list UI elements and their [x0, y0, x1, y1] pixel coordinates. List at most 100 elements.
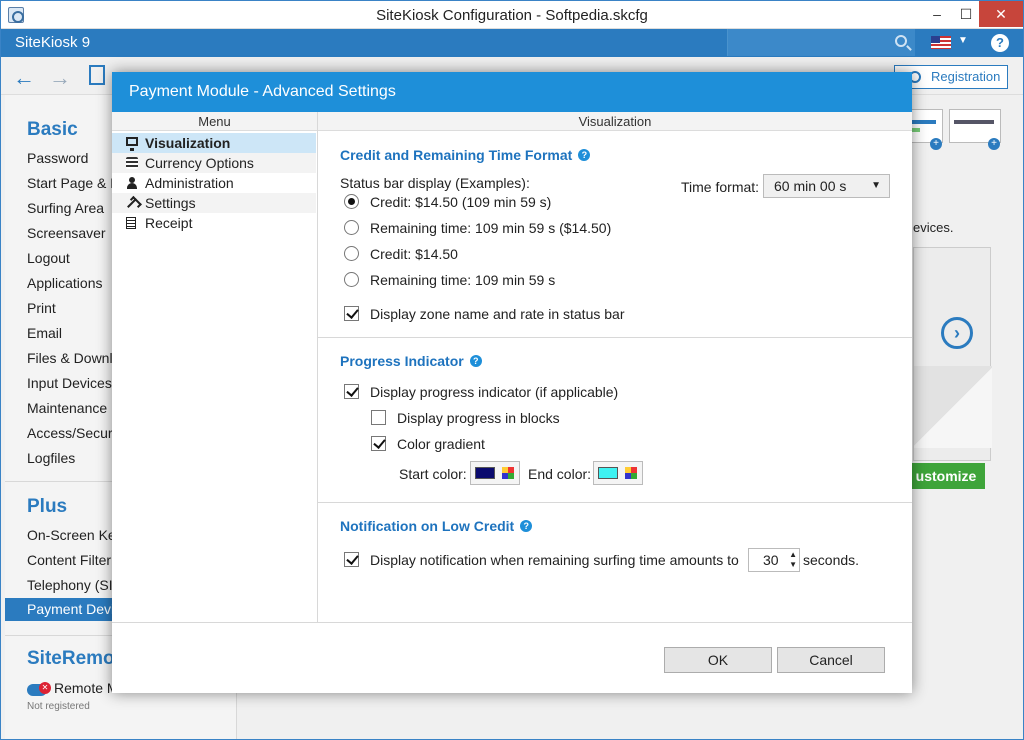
- nav-item-print[interactable]: Print: [27, 300, 56, 316]
- content-pane: Visualization Credit and Remaining Time …: [318, 112, 912, 622]
- section-title-text: Progress Indicator: [340, 353, 464, 369]
- nav-item-on-screen-keyboard[interactable]: On-Screen Ke: [27, 527, 116, 543]
- dialog-title: Payment Module - Advanced Settings: [112, 72, 912, 112]
- status-bar-label: Status bar display (Examples):: [340, 175, 530, 191]
- preview-panel: [913, 247, 992, 461]
- registration-status: Not registered: [27, 701, 90, 712]
- nav-item-start-page[interactable]: Start Page & B: [27, 175, 120, 191]
- help-icon[interactable]: ?: [520, 520, 533, 532]
- search-input[interactable]: [727, 29, 915, 56]
- back-arrow-icon[interactable]: ←: [13, 65, 35, 91]
- description-text: evices.: [913, 220, 954, 235]
- start-color-picker[interactable]: [470, 461, 520, 485]
- end-color-swatch: [598, 467, 618, 479]
- radio-label: Credit: $14.50 (109 min 59 s): [370, 194, 552, 210]
- stepper-arrows-icon[interactable]: ▲ ▼: [789, 550, 797, 570]
- minimize-button[interactable]: –: [923, 1, 951, 27]
- radio-label: Remaining time: 109 min 59 s ($14.50): [370, 220, 612, 236]
- registration-label: Registration: [931, 69, 1001, 84]
- checkbox-label: Display progress indicator (if applicabl…: [370, 384, 619, 400]
- nav-heading-plus: Plus: [27, 496, 68, 517]
- time-format-select[interactable]: 60 min 00 s ▼: [763, 174, 890, 198]
- section-title-text: Credit and Remaining Time Format: [340, 147, 573, 163]
- next-arrow-icon[interactable]: ›: [941, 317, 973, 349]
- radio-label: Credit: $14.50: [370, 246, 458, 262]
- palette-icon: [502, 467, 514, 479]
- menu-item-administration[interactable]: Administration: [112, 173, 316, 193]
- coins-icon: [126, 157, 138, 169]
- menu-pane: Menu Visualization Currency Options Admi…: [112, 112, 318, 622]
- menu-item-receipt[interactable]: Receipt: [112, 213, 316, 233]
- close-button[interactable]: ✕: [979, 1, 1023, 27]
- end-color-picker[interactable]: [593, 461, 643, 485]
- radio-credit-time[interactable]: [344, 194, 359, 209]
- nav-item-surfing-area[interactable]: Surfing Area: [27, 200, 104, 216]
- nav-item-email[interactable]: Email: [27, 325, 62, 341]
- menu-item-label: Administration: [145, 175, 234, 191]
- nav-item-telephony[interactable]: Telephony (SI: [27, 577, 113, 593]
- advanced-settings-dialog: Payment Module - Advanced Settings Menu …: [112, 72, 912, 693]
- cloud-error-icon: [27, 682, 51, 696]
- nav-item-maintenance[interactable]: Maintenance: [27, 400, 107, 416]
- section-title-credit: Credit and Remaining Time Format?: [340, 147, 591, 163]
- nav-item-input-devices[interactable]: Input Devices: [27, 375, 112, 391]
- maximize-button[interactable]: ☐: [952, 1, 980, 27]
- radio-credit[interactable]: [344, 246, 359, 261]
- radio-remaining-credit[interactable]: [344, 220, 359, 235]
- ok-button[interactable]: OK: [664, 647, 772, 673]
- menu-item-visualization[interactable]: Visualization: [112, 133, 316, 153]
- search-icon[interactable]: [895, 35, 907, 47]
- zone-name-checkbox[interactable]: [344, 306, 359, 321]
- radio-label: Remaining time: 109 min 59 s: [370, 272, 556, 288]
- nav-item-applications[interactable]: Applications: [27, 275, 103, 291]
- nav-item-content-filter[interactable]: Content Filter: [27, 552, 111, 568]
- help-button[interactable]: ?: [991, 34, 1009, 52]
- nav-item-access-security[interactable]: Access/Securi: [27, 425, 116, 441]
- help-icon[interactable]: ?: [469, 355, 482, 367]
- nav-heading-basic: Basic: [27, 119, 78, 140]
- nav-item-remote[interactable]: Remote M: [54, 680, 119, 696]
- start-color-label: Start color:: [399, 466, 467, 482]
- nav-item-logfiles[interactable]: Logfiles: [27, 450, 75, 466]
- nav-item-files[interactable]: Files & Downl: [27, 350, 113, 366]
- app-name: SiteKiosk 9: [15, 34, 91, 51]
- add-icon[interactable]: +: [988, 138, 1000, 150]
- chevron-down-icon[interactable]: ▼: [958, 35, 968, 46]
- help-icon[interactable]: ?: [578, 149, 591, 161]
- progress-blocks-checkbox[interactable]: [371, 410, 386, 425]
- color-gradient-checkbox[interactable]: [371, 436, 386, 451]
- forward-arrow-icon[interactable]: →: [49, 65, 71, 91]
- new-file-icon[interactable]: [89, 65, 105, 85]
- chevron-down-icon: ▼: [871, 180, 881, 191]
- progress-indicator-checkbox[interactable]: [344, 384, 359, 399]
- window-title: SiteKiosk Configuration - Softpedia.skcf…: [376, 7, 648, 24]
- checkbox-label: Display notification when remaining surf…: [370, 552, 739, 568]
- customize-button[interactable]: ustomize: [907, 463, 985, 489]
- us-flag-icon[interactable]: [931, 36, 951, 49]
- radio-remaining-time[interactable]: [344, 272, 359, 287]
- menu-item-settings[interactable]: Settings: [112, 193, 316, 213]
- app-bar: SiteKiosk 9 ▼ ?: [1, 29, 1023, 57]
- monitor-icon: [126, 137, 138, 151]
- nav-item-screensaver[interactable]: Screensaver: [27, 225, 106, 241]
- cancel-button[interactable]: Cancel: [777, 647, 885, 673]
- checkbox-label: Color gradient: [397, 436, 485, 452]
- add-icon[interactable]: +: [930, 138, 942, 150]
- start-color-swatch: [475, 467, 495, 479]
- menu-item-label: Settings: [145, 195, 196, 211]
- dialog-button-bar: OK Cancel: [112, 622, 912, 693]
- title-bar: SiteKiosk Configuration - Softpedia.skcf…: [1, 1, 1023, 29]
- nav-item-logout[interactable]: Logout: [27, 250, 70, 266]
- time-format-label: Time format:: [681, 179, 760, 195]
- content-header: Visualization: [318, 112, 912, 131]
- nav-item-password[interactable]: Password: [27, 150, 88, 166]
- menu-item-currency-options[interactable]: Currency Options: [112, 153, 316, 173]
- seconds-value: 30: [763, 552, 779, 568]
- low-credit-notification-checkbox[interactable]: [344, 552, 359, 567]
- section-divider: [318, 337, 912, 338]
- end-color-label: End color:: [528, 466, 592, 482]
- section-divider: [318, 502, 912, 503]
- seconds-stepper[interactable]: 30 ▲ ▼: [748, 548, 800, 572]
- section-title-text: Notification on Low Credit: [340, 518, 515, 534]
- checkbox-label: Display zone name and rate in status bar: [370, 306, 625, 322]
